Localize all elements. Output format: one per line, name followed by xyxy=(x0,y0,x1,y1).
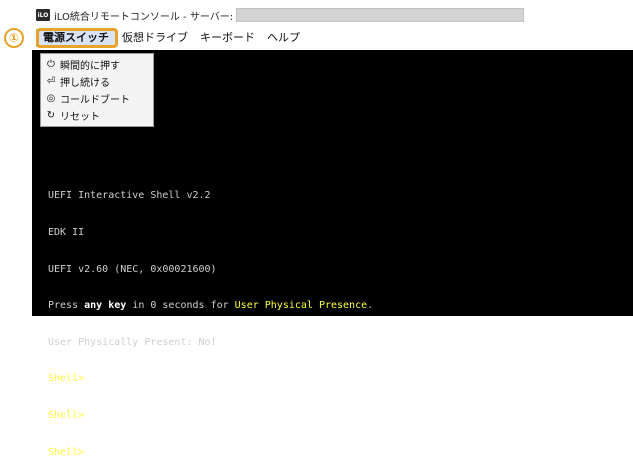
menu-item-cold-boot[interactable]: ◎ コールドブート xyxy=(41,90,153,107)
menu-help[interactable]: ヘルプ xyxy=(261,29,306,47)
terminal-text: in 0 seconds for xyxy=(126,300,235,312)
menu-item-reset[interactable]: ↻ リセット xyxy=(41,107,153,124)
annotation-highlight-box xyxy=(36,28,118,48)
terminal-text: . xyxy=(367,300,374,312)
step-number-marker: ① xyxy=(4,28,24,48)
menu-item-label: 押し続ける xyxy=(60,78,110,89)
terminal-line: User Physically Present: No! xyxy=(48,336,217,348)
menu-item-label: コールドブート xyxy=(60,95,130,106)
shell-prompt: Shell> xyxy=(48,446,85,458)
terminal-text: Press xyxy=(48,300,85,312)
cold-boot-icon: ◎ xyxy=(46,93,56,104)
menu-item-label: 瞬間的に押す xyxy=(60,61,120,72)
terminal-text-any-key: any key xyxy=(84,300,127,312)
title-bar: iLO iLO統合リモートコンソール - サーバー: xyxy=(32,4,633,26)
menu-keyboard[interactable]: キーボード xyxy=(194,29,261,47)
menu-item-momentary-press[interactable]: ⏻ 瞬間的に押す xyxy=(41,56,153,73)
shell-prompt: Shell> xyxy=(48,409,85,421)
ilo-app-icon: iLO xyxy=(36,9,50,21)
redacted-server-name xyxy=(236,8,525,22)
menu-item-label: リセット xyxy=(60,112,100,123)
terminal-line: UEFI Interactive Shell v2.2 xyxy=(48,190,211,202)
terminal-line-press-key: Press any key in 0 seconds for User Phys… xyxy=(48,300,628,312)
terminal-output: UEFI Interactive Shell v2.2 EDK II UEFI … xyxy=(48,166,628,471)
power-icon: ⏻ xyxy=(47,59,55,70)
terminal-line: UEFI v2.60 (NEC, 0x00021600) xyxy=(48,263,217,275)
power-switch-dropdown: ⏻ 瞬間的に押す ⏎ 押し続ける ◎ コールドブート ↻ リセット xyxy=(40,53,154,127)
menu-bar: 電源スイッチ 仮想ドライブ キーボード ヘルプ xyxy=(32,28,633,48)
menu-item-press-and-hold[interactable]: ⏎ 押し続ける xyxy=(41,73,153,90)
menu-virtual-drive[interactable]: 仮想ドライブ xyxy=(116,29,194,47)
terminal-line: EDK II xyxy=(48,227,85,238)
press-hold-icon: ⏎ xyxy=(46,76,56,87)
shell-prompt: Shell> xyxy=(48,373,85,385)
shell-prompt-active[interactable]: Shell> _ xyxy=(48,447,628,459)
reset-icon: ↻ xyxy=(46,110,56,121)
terminal-text-user-presence: User Physical Presence xyxy=(234,300,368,312)
window-title: iLO統合リモートコンソール - サーバー: xyxy=(54,11,234,23)
text-cursor: _ xyxy=(84,446,97,458)
